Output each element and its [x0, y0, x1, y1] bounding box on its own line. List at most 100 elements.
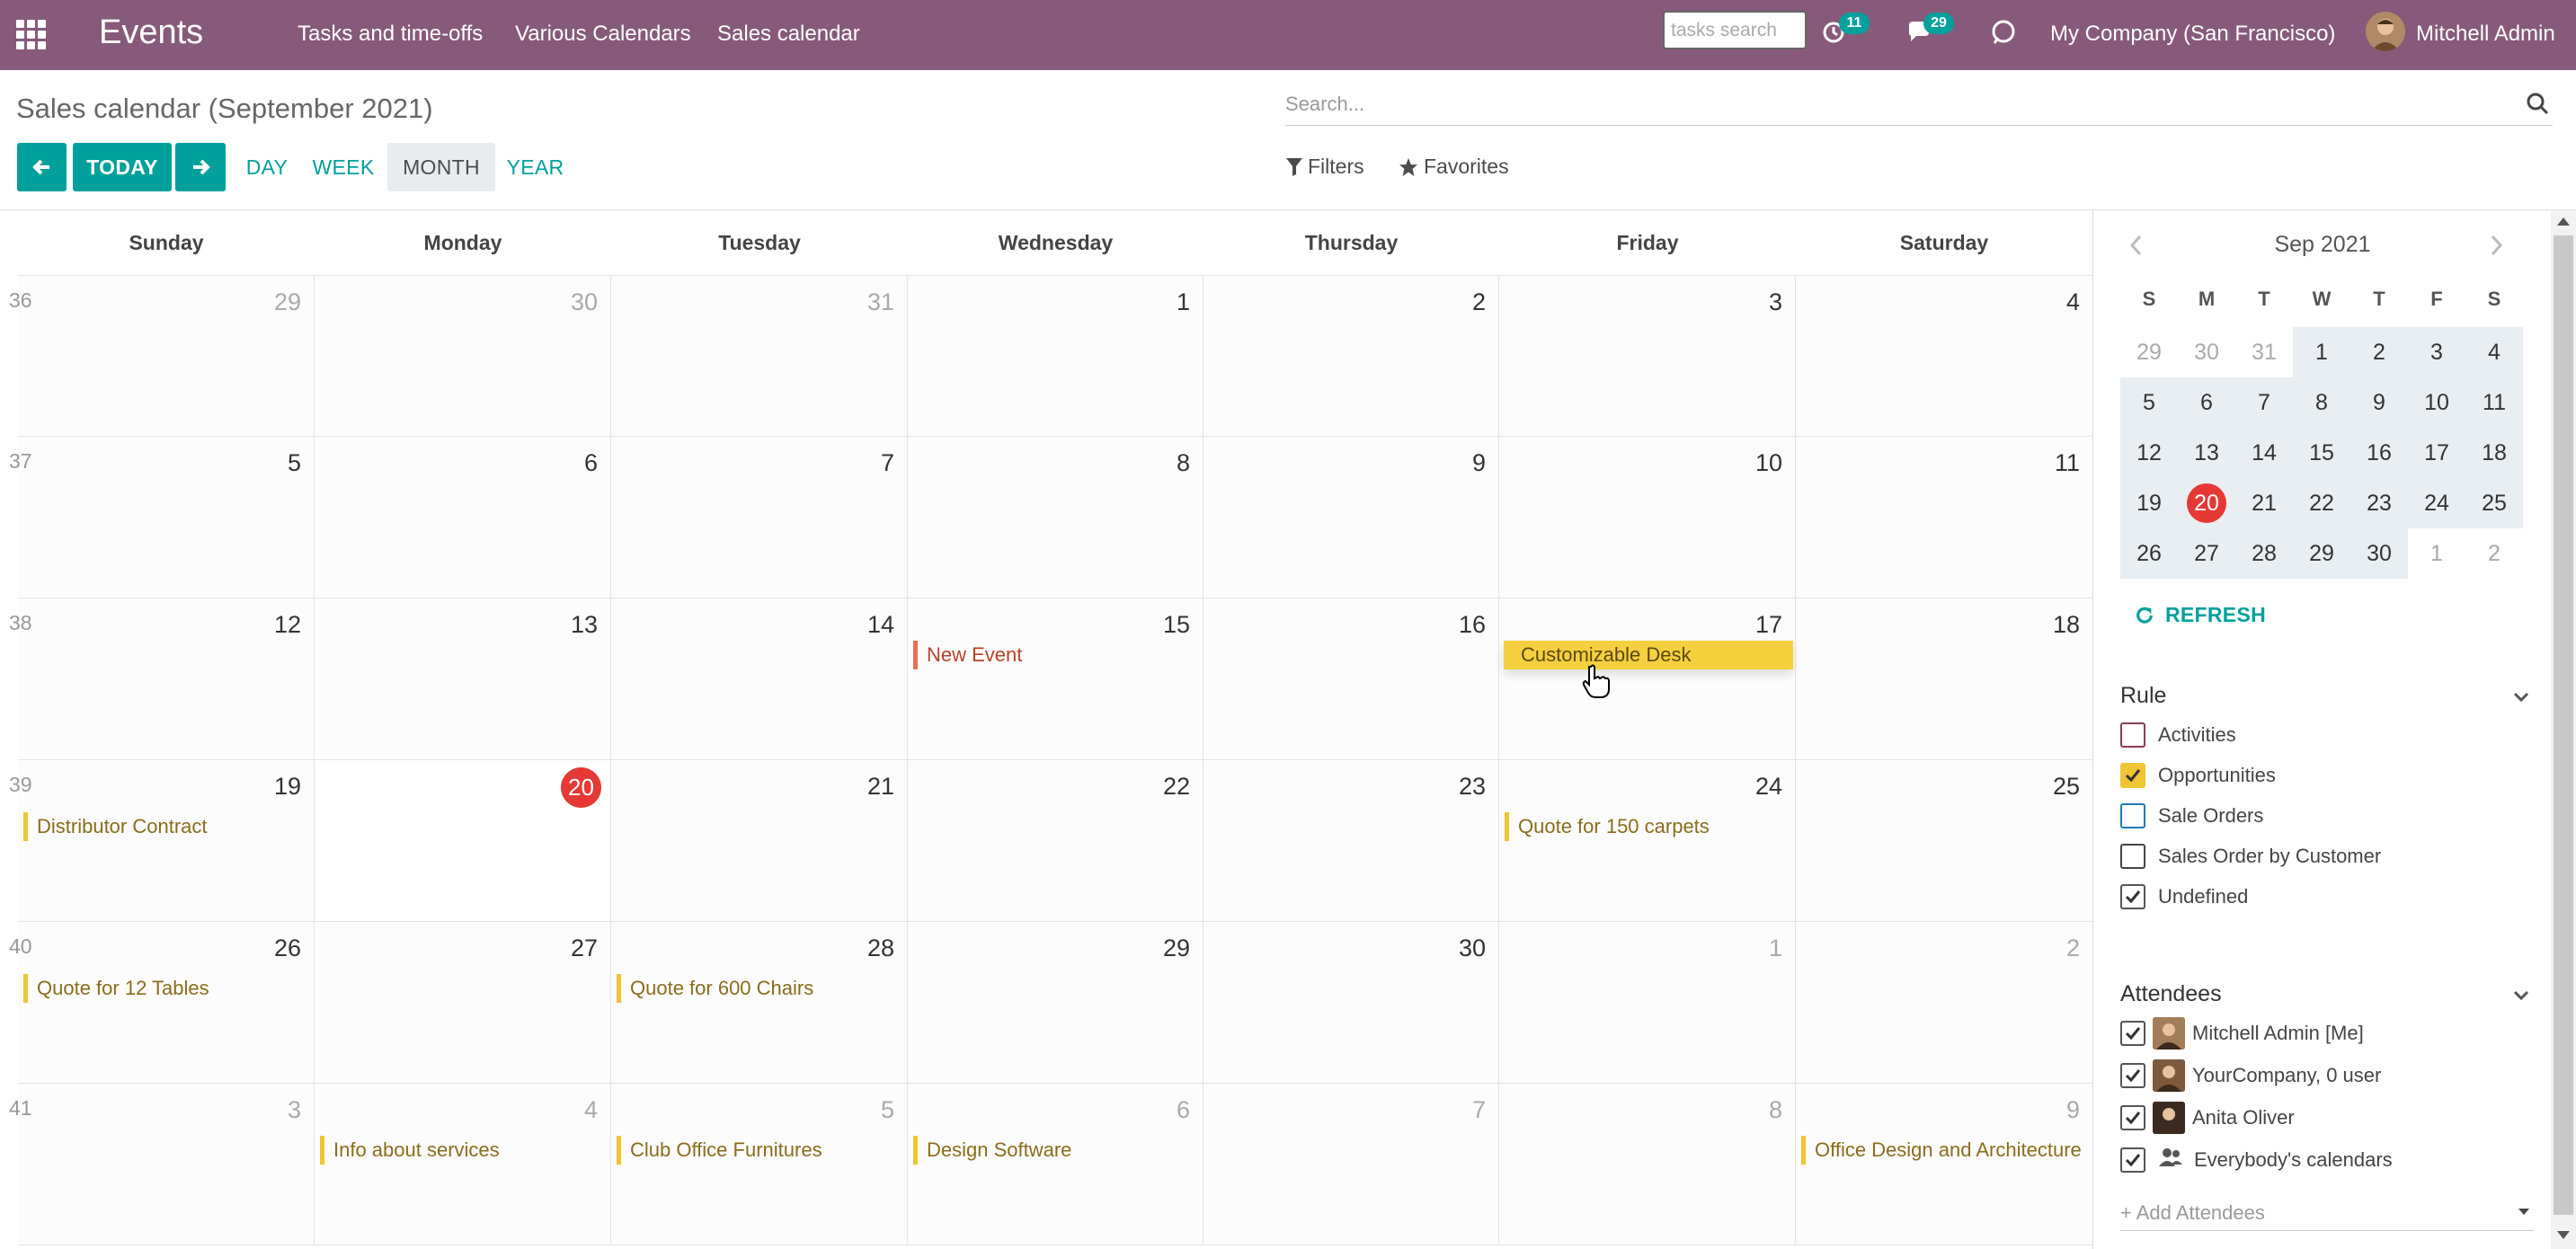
today-button[interactable]: TODAY — [73, 143, 172, 191]
company-switcher[interactable]: My Company (San Francisco) — [2050, 22, 2335, 47]
calendar-day-cell[interactable]: 17 — [1499, 598, 1796, 760]
day-number[interactable]: 30 — [571, 288, 598, 316]
calendar-day-cell[interactable]: 5 — [611, 1084, 908, 1245]
calendar-day-cell[interactable]: 5 37 — [9, 437, 315, 598]
mini-day[interactable]: 14 — [2235, 428, 2293, 478]
previous-button[interactable] — [17, 143, 67, 191]
mini-day[interactable]: 19 — [2120, 478, 2178, 528]
attendee-checkbox[interactable] — [2120, 1147, 2145, 1173]
calendar-day-cell[interactable]: 6 — [908, 1084, 1204, 1245]
calendar-day-cell[interactable]: 29 — [908, 922, 1204, 1084]
day-number[interactable]: 18 — [2053, 611, 2080, 639]
calendar-day-cell[interactable]: 4 — [315, 1084, 611, 1245]
mini-day[interactable]: 1 — [2408, 528, 2465, 579]
day-number[interactable]: 27 — [571, 935, 598, 962]
day-number[interactable]: 4 — [584, 1096, 598, 1124]
calendar-day-cell[interactable]: 8 — [1499, 1084, 1796, 1245]
rule-checkbox[interactable] — [2120, 803, 2145, 828]
day-number[interactable]: 1 — [1177, 288, 1190, 316]
day-number[interactable]: 3 — [288, 1096, 301, 1124]
scroll-down-icon[interactable] — [2557, 1231, 2570, 1239]
mini-day[interactable]: 23 — [2350, 478, 2408, 528]
day-number[interactable]: 9 — [2066, 1096, 2080, 1124]
day-number[interactable]: 14 — [867, 611, 894, 639]
day-number[interactable]: 10 — [1755, 449, 1782, 477]
calendar-day-cell[interactable]: 7 — [1204, 1084, 1499, 1245]
mini-day[interactable]: 4 — [2465, 327, 2523, 377]
scale-month-button[interactable]: MONTH — [387, 143, 495, 191]
add-attendees-input[interactable]: + Add Attendees — [2120, 1195, 2534, 1231]
day-number[interactable]: 12 — [274, 611, 301, 639]
calendar-event[interactable]: Design Software — [913, 1136, 1198, 1165]
calendar-day-cell[interactable]: 12 38 — [9, 598, 315, 760]
calendar-day-cell[interactable]: 29 36 — [9, 275, 315, 437]
calendar-event[interactable]: Customizable Desk — [1504, 641, 1793, 669]
calendar-day-cell[interactable]: 6 — [315, 437, 611, 598]
today-day-number[interactable]: 20 — [561, 767, 601, 808]
day-number[interactable]: 25 — [2053, 773, 2080, 801]
mini-day[interactable]: 22 — [2293, 478, 2350, 528]
calendar-day-cell[interactable]: 23 — [1204, 760, 1499, 922]
calendar-day-cell[interactable]: 10 — [1499, 437, 1796, 598]
mini-day[interactable]: 30 — [2178, 327, 2235, 377]
day-number[interactable]: 22 — [1163, 773, 1190, 801]
calendar-day-cell[interactable]: 25 — [1796, 760, 2092, 922]
day-number[interactable]: 2 — [2066, 935, 2080, 962]
mini-day[interactable]: 17 — [2408, 428, 2465, 478]
day-number[interactable]: 2 — [1472, 288, 1486, 316]
attendee-filter-item[interactable]: Mitchell Admin [Me] — [2120, 1017, 2364, 1050]
mini-day[interactable]: 29 — [2120, 327, 2178, 377]
day-number[interactable]: 4 — [2066, 288, 2080, 316]
calendar-day-cell[interactable]: 19 39 — [9, 760, 315, 922]
day-number[interactable]: 17 — [1755, 611, 1782, 639]
day-number[interactable]: 16 — [1459, 611, 1486, 639]
mini-day[interactable]: 13 — [2178, 428, 2235, 478]
mini-day[interactable]: 2 — [2465, 528, 2523, 579]
calendar-day-cell[interactable]: 11 — [1796, 437, 2092, 598]
attendee-filter-item[interactable]: YourCompany, 0 user — [2120, 1059, 2381, 1092]
calendar-day-cell[interactable]: 3 41 — [9, 1084, 315, 1245]
calendar-event[interactable]: Quote for 12 Tables — [23, 974, 309, 1003]
calendar-day-cell[interactable]: 28 — [611, 922, 908, 1084]
scale-year-button[interactable]: YEAR — [502, 143, 569, 191]
day-number[interactable]: 19 — [274, 773, 301, 801]
filters-button[interactable]: Filters — [1286, 155, 1364, 179]
calendar-day-cell[interactable]: 26 40 — [9, 922, 315, 1084]
calendar-day-cell[interactable]: 18 — [1796, 598, 2092, 760]
calendar-day-cell[interactable]: 7 — [611, 437, 908, 598]
mini-day[interactable]: 16 — [2350, 428, 2408, 478]
calendar-day-cell[interactable]: 21 — [611, 760, 908, 922]
mini-day[interactable]: 26 — [2120, 528, 2178, 579]
calendar-day-cell[interactable]: 2 — [1204, 275, 1499, 437]
attendee-filter-item[interactable]: Everybody's calendars — [2120, 1144, 2393, 1176]
mini-day[interactable]: 6 — [2178, 377, 2235, 428]
calendar-day-cell[interactable]: 1 — [1499, 922, 1796, 1084]
attendee-checkbox[interactable] — [2120, 1105, 2145, 1130]
mini-day[interactable]: 27 — [2178, 528, 2235, 579]
mini-day[interactable]: 31 — [2235, 327, 2293, 377]
day-number[interactable]: 7 — [1472, 1096, 1486, 1124]
mini-day[interactable]: 10 — [2408, 377, 2465, 428]
scroll-thumb[interactable] — [2554, 235, 2573, 1215]
day-number[interactable]: 24 — [1755, 773, 1782, 801]
calendar-day-cell[interactable]: 16 — [1204, 598, 1499, 760]
tasks-search-input[interactable] — [1663, 11, 1807, 49]
app-title[interactable]: Events — [99, 13, 203, 52]
calendar-event[interactable]: Quote for 150 carpets — [1505, 812, 1790, 841]
rule-filter-item[interactable]: Activities — [2120, 719, 2236, 751]
calendar-event[interactable]: Distributor Contract — [23, 812, 309, 841]
refresh-button[interactable]: REFRESH — [2135, 603, 2266, 627]
attendee-checkbox[interactable] — [2120, 1021, 2145, 1046]
calendar-day-cell[interactable]: 2 — [1796, 922, 2092, 1084]
mini-day[interactable]: 5 — [2120, 377, 2178, 428]
calendar-day-cell[interactable]: 31 — [611, 275, 908, 437]
mini-day[interactable]: 3 — [2408, 327, 2465, 377]
rule-filter-item[interactable]: Undefined — [2120, 881, 2248, 913]
user-menu[interactable]: Mitchell Admin — [2416, 22, 2555, 47]
calendar-event[interactable]: Info about services — [320, 1136, 606, 1165]
mini-day[interactable]: 21 — [2235, 478, 2293, 528]
menu-various-calendars[interactable]: Various Calendars — [515, 22, 691, 47]
scale-day-button[interactable]: DAY — [235, 143, 298, 191]
day-number[interactable]: 23 — [1459, 773, 1486, 801]
page-scrollbar[interactable] — [2551, 210, 2576, 1249]
